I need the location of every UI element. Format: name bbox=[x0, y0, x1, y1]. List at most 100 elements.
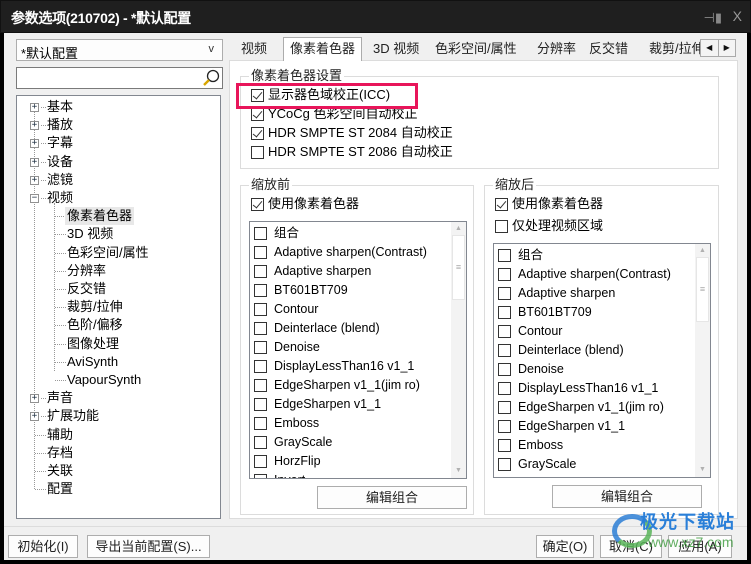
tab-item[interactable]: 分辨率 bbox=[531, 40, 582, 60]
tree-item[interactable]: 图像处理 bbox=[17, 335, 217, 353]
post-shader-list[interactable]: HorzFlip GrayScale Emboss EdgeSharpen v1_1 E… bbox=[493, 243, 711, 478]
checkbox-box[interactable] bbox=[498, 325, 511, 338]
checkbox-box[interactable] bbox=[254, 284, 267, 297]
scroll-thumb[interactable]: ≡ bbox=[452, 235, 465, 300]
expand-icon[interactable]: + bbox=[30, 139, 39, 149]
search-input[interactable] bbox=[20, 69, 200, 87]
checkbox-box[interactable] bbox=[498, 344, 511, 357]
tree-item[interactable]: 分辨率 bbox=[17, 262, 217, 280]
settings-tree[interactable]: + 基本 + 播放 + 字幕 + 设备 + 滤镜 − 视频 像素着色器 3D 视频 色彩空间/属性 分辨率 反交… bbox=[16, 95, 221, 519]
checkbox-box[interactable] bbox=[498, 477, 511, 478]
expand-icon[interactable]: + bbox=[30, 103, 39, 112]
checkbox-box[interactable] bbox=[254, 265, 267, 278]
scroll-down-icon[interactable]: ▼ bbox=[695, 463, 710, 477]
tree-item[interactable]: VapourSynth bbox=[17, 371, 217, 389]
tree-item[interactable]: 裁剪/拉伸 bbox=[17, 298, 217, 316]
checkbox-box[interactable] bbox=[254, 455, 267, 468]
apply-button[interactable]: 应用(A) bbox=[668, 535, 732, 558]
scroll-down-icon[interactable]: ▼ bbox=[451, 464, 466, 478]
tree-item[interactable]: + 扩展功能 bbox=[17, 407, 217, 425]
checkbox-box[interactable] bbox=[254, 246, 267, 259]
checkbox-box[interactable] bbox=[254, 322, 267, 335]
checkbox-box[interactable] bbox=[498, 420, 511, 433]
tree-item[interactable]: 存档 bbox=[17, 444, 217, 462]
expand-icon[interactable]: + bbox=[30, 157, 39, 167]
pre-edit-combo-button[interactable]: 编辑组合 bbox=[317, 486, 467, 509]
scroll-left-icon[interactable]: ◀ bbox=[701, 40, 718, 56]
tree-item[interactable]: 3D 视频 bbox=[17, 225, 217, 243]
checkbox-box[interactable] bbox=[498, 287, 511, 300]
collapse-icon[interactable]: − bbox=[30, 194, 39, 203]
close-button[interactable]: X bbox=[733, 8, 742, 24]
checkbox-box[interactable] bbox=[254, 379, 267, 392]
tab-item[interactable]: 色彩空间/属性 bbox=[429, 40, 523, 60]
checkbox-box[interactable] bbox=[498, 268, 511, 281]
window-title: 参数选项(210702) - *默认配置 bbox=[11, 10, 191, 26]
tab-item[interactable]: 3D 视频 bbox=[367, 40, 425, 60]
checkbox-box[interactable] bbox=[498, 458, 511, 471]
shader-name: BT601BT709 bbox=[274, 283, 348, 297]
tab-item[interactable]: 视频 bbox=[235, 40, 273, 60]
checkbox-box[interactable] bbox=[254, 303, 267, 316]
tree-item[interactable]: + 设备 bbox=[17, 153, 217, 171]
tab-item[interactable]: 裁剪/拉伸 bbox=[643, 40, 701, 60]
expand-icon[interactable]: + bbox=[30, 394, 39, 404]
tree-item[interactable]: + 滤镜 bbox=[17, 171, 217, 189]
tree-connector bbox=[55, 307, 66, 309]
tree-connector bbox=[41, 143, 46, 145]
shader-name: Adaptive sharpen bbox=[518, 286, 616, 300]
pin-icon[interactable]: ⊣▮ bbox=[704, 10, 722, 26]
tree-item[interactable]: 色阶/偏移 bbox=[17, 316, 217, 334]
scroll-up-icon[interactable]: ▲ bbox=[695, 244, 710, 258]
scroll-up-icon[interactable]: ▲ bbox=[451, 222, 466, 236]
search-box[interactable] bbox=[16, 67, 223, 89]
reset-button[interactable]: 初始化(I) bbox=[8, 535, 78, 558]
checkbox-box[interactable] bbox=[254, 398, 267, 411]
tree-item[interactable]: + 声音 bbox=[17, 389, 217, 407]
tree-item[interactable]: 像素着色器 bbox=[17, 207, 217, 226]
tree-item[interactable]: 反交错 bbox=[17, 280, 217, 298]
post-edit-combo-button[interactable]: 编辑组合 bbox=[552, 485, 702, 508]
checkbox-box[interactable] bbox=[254, 417, 267, 430]
tab-item[interactable]: 像素着色器 bbox=[283, 37, 363, 61]
expand-icon[interactable]: + bbox=[30, 121, 39, 131]
checkbox-box[interactable] bbox=[254, 341, 267, 354]
tree-item[interactable]: + 字幕 bbox=[17, 134, 217, 152]
scroll-thumb[interactable]: ≡ bbox=[696, 257, 709, 322]
checkbox-box[interactable] bbox=[254, 227, 267, 240]
tree-item[interactable]: − 视频 bbox=[17, 189, 217, 207]
tree-item[interactable]: + 基本 bbox=[17, 98, 217, 116]
tree-item-label: 存档 bbox=[47, 444, 74, 460]
checkbox-box[interactable] bbox=[254, 360, 267, 373]
scroll-right-icon[interactable]: ▶ bbox=[717, 40, 736, 56]
dialog-client: *默认配置 v + 基本 + 播放 + 字幕 + 设备 + 滤镜 − 视频 像素着色器 3D 视频 色彩空间… bbox=[4, 33, 747, 560]
tree-item-label: VapourSynth bbox=[67, 372, 142, 387]
checkbox-box[interactable] bbox=[254, 436, 267, 449]
checkbox-box[interactable] bbox=[498, 439, 511, 452]
tree-item[interactable]: 色彩空间/属性 bbox=[17, 244, 217, 262]
cancel-button[interactable]: 取消(C) bbox=[600, 535, 662, 558]
checkbox-box[interactable] bbox=[254, 474, 267, 478]
pre-list-scrollbar[interactable]: ▲ ≡ ▼ bbox=[451, 222, 466, 478]
tree-item[interactable]: AviSynth bbox=[17, 353, 217, 371]
tree-item[interactable]: + 播放 bbox=[17, 116, 217, 134]
pre-shader-list[interactable]: Invert HorzFlip GrayScale Emboss EdgeSharpen… bbox=[249, 221, 467, 479]
export-config-button[interactable]: 导出当前配置(S)... bbox=[87, 535, 210, 558]
checkbox-box[interactable] bbox=[498, 401, 511, 414]
tab-item[interactable]: 反交错 bbox=[583, 40, 634, 60]
magnifier-icon[interactable] bbox=[202, 69, 220, 87]
tree-item-label: 辅助 bbox=[47, 426, 74, 442]
tree-item[interactable]: 辅助 bbox=[17, 426, 217, 444]
checkbox-box[interactable] bbox=[498, 382, 511, 395]
expand-icon[interactable]: + bbox=[30, 175, 39, 185]
post-list-scrollbar[interactable]: ▲ ≡ ▼ bbox=[695, 244, 710, 477]
tab-scroll[interactable]: ◀ ▶ bbox=[700, 39, 736, 57]
tree-item[interactable]: 配置 bbox=[17, 480, 217, 498]
ok-button[interactable]: 确定(O) bbox=[536, 535, 594, 558]
checkbox-box[interactable] bbox=[498, 306, 511, 319]
checkbox-box[interactable] bbox=[498, 249, 511, 262]
tree-item[interactable]: 关联 bbox=[17, 462, 217, 480]
checkbox-box[interactable] bbox=[498, 363, 511, 376]
expand-icon[interactable]: + bbox=[30, 412, 39, 422]
profile-select[interactable]: *默认配置 v bbox=[16, 39, 223, 61]
